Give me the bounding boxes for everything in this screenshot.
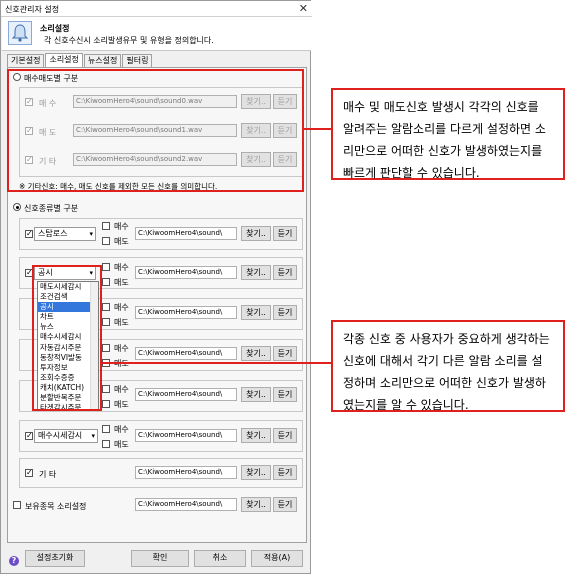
combo-highlight	[32, 265, 102, 411]
connector-line-top	[303, 128, 332, 130]
listen-button[interactable]: 듣기	[273, 387, 297, 402]
bell-icon	[8, 21, 32, 45]
signal-type-combo[interactable]: 매수시세감시 ▾	[34, 429, 98, 443]
combo-value: 스탑로스	[38, 229, 68, 238]
listen-button[interactable]: 듣기	[273, 428, 297, 443]
find-button[interactable]: 찾기..	[241, 226, 271, 241]
find-button[interactable]: 찾기..	[241, 387, 271, 402]
title-bar: 신호관리자 설정 ✕	[1, 1, 312, 17]
buysell-highlight	[7, 69, 304, 192]
callout-signal-type: 각종 신호 중 사용자가 중요하게 생각하는 신호에 대해서 각기 다른 알람 …	[331, 320, 565, 412]
sell-label: 매도	[114, 318, 129, 327]
type-checkbox[interactable]: ✓	[25, 230, 33, 238]
buy-checkbox[interactable]	[102, 303, 110, 311]
tab-bar: 기본설정 소리설정 뉴스설정 필터링	[7, 53, 153, 67]
sell-label: 매도	[114, 400, 129, 409]
sell-label: 매도	[114, 278, 129, 287]
type-radio[interactable]	[13, 203, 21, 211]
window-title: 신호관리자 설정	[5, 5, 60, 14]
help-icon[interactable]: ?	[9, 556, 19, 566]
sound-path-field[interactable]: C:\KiwoomHero4\sound\	[135, 388, 237, 401]
sound-path-field[interactable]: C:\KiwoomHero4\sound\	[135, 429, 237, 442]
find-button[interactable]: 찾기..	[241, 497, 271, 512]
close-icon[interactable]: ✕	[299, 2, 308, 15]
sound-path-field[interactable]: C:\KiwoomHero4\sound\	[135, 227, 237, 240]
sound-path-field[interactable]: C:\KiwoomHero4\sound\	[135, 306, 237, 319]
buy-label: 매수	[114, 385, 129, 394]
combo-value: 매수시세감시	[38, 431, 83, 440]
tab-news[interactable]: 뉴스설정	[83, 54, 122, 67]
signal-type-combo[interactable]: 스탑로스 ▾	[34, 227, 96, 241]
buy-label: 매수	[114, 303, 129, 312]
sell-checkbox[interactable]	[102, 440, 110, 448]
dialog-header: 소리설정 각 신호수신시 소리발생유무 및 유형을 정의합니다.	[2, 17, 311, 51]
listen-button[interactable]: 듣기	[273, 305, 297, 320]
sell-checkbox[interactable]	[102, 318, 110, 326]
callout-buysell: 매수 및 매도신호 발생시 각각의 신호를 알려주는 알람소리를 다르게 설정하…	[331, 88, 565, 180]
listen-button[interactable]: 듣기	[273, 226, 297, 241]
buy-checkbox[interactable]	[102, 222, 110, 230]
chevron-down-icon: ▾	[91, 432, 95, 440]
holdings-checkbox[interactable]	[13, 501, 21, 509]
sell-checkbox[interactable]	[102, 278, 110, 286]
type-label: 신호종류별 구분	[24, 204, 79, 213]
listen-button[interactable]: 듣기	[273, 465, 297, 480]
buy-label: 매수	[114, 344, 129, 353]
sound-path-field[interactable]: C:\KiwoomHero4\sound\	[135, 266, 237, 279]
find-button[interactable]: 찾기..	[241, 428, 271, 443]
sound-path-field[interactable]: C:\KiwoomHero4\sound\	[135, 498, 237, 511]
tab-sound[interactable]: 소리설정	[45, 53, 83, 67]
listen-button[interactable]: 듣기	[273, 497, 297, 512]
ok-button[interactable]: 확인	[131, 550, 189, 567]
buy-checkbox[interactable]	[102, 263, 110, 271]
type-checkbox[interactable]: ✓	[25, 432, 33, 440]
buy-checkbox[interactable]	[102, 425, 110, 433]
listen-button[interactable]: 듣기	[273, 265, 297, 280]
sell-checkbox[interactable]	[102, 400, 110, 408]
settings-dialog: 신호관리자 설정 ✕ 소리설정 각 신호수신시 소리발생유무 및 유형을 정의합…	[0, 0, 312, 574]
header-title: 소리설정	[40, 24, 70, 33]
reset-button[interactable]: 설정초기화	[25, 550, 85, 567]
find-button[interactable]: 찾기..	[241, 265, 271, 280]
header-description: 각 신호수신시 소리발생유무 및 유형을 정의합니다.	[44, 36, 214, 45]
sell-label: 매도	[114, 440, 129, 449]
find-button[interactable]: 찾기..	[241, 305, 271, 320]
other-label: 기 타	[39, 470, 57, 479]
tab-filter[interactable]: 필터링	[122, 54, 153, 67]
connector-line-bottom	[101, 362, 332, 364]
buy-checkbox[interactable]	[102, 344, 110, 352]
buy-label: 매수	[114, 425, 129, 434]
other-type-checkbox[interactable]: ✓	[25, 469, 33, 477]
find-button[interactable]: 찾기..	[241, 346, 271, 361]
sound-path-field[interactable]: C:\KiwoomHero4\sound\	[135, 466, 237, 479]
tab-basic[interactable]: 기본설정	[7, 54, 45, 67]
sell-label: 매도	[114, 237, 129, 246]
holdings-label: 보유종목 소리설정	[25, 502, 87, 511]
cancel-button[interactable]: 취소	[194, 550, 246, 567]
sound-path-field[interactable]: C:\KiwoomHero4\sound\	[135, 347, 237, 360]
apply-button[interactable]: 적용(A)	[251, 550, 303, 567]
buy-label: 매수	[114, 263, 129, 272]
buy-label: 매수	[114, 222, 129, 231]
listen-button[interactable]: 듣기	[273, 346, 297, 361]
buy-checkbox[interactable]	[102, 385, 110, 393]
sell-checkbox[interactable]	[102, 237, 110, 245]
find-button[interactable]: 찾기..	[241, 465, 271, 480]
chevron-down-icon: ▾	[89, 230, 93, 238]
